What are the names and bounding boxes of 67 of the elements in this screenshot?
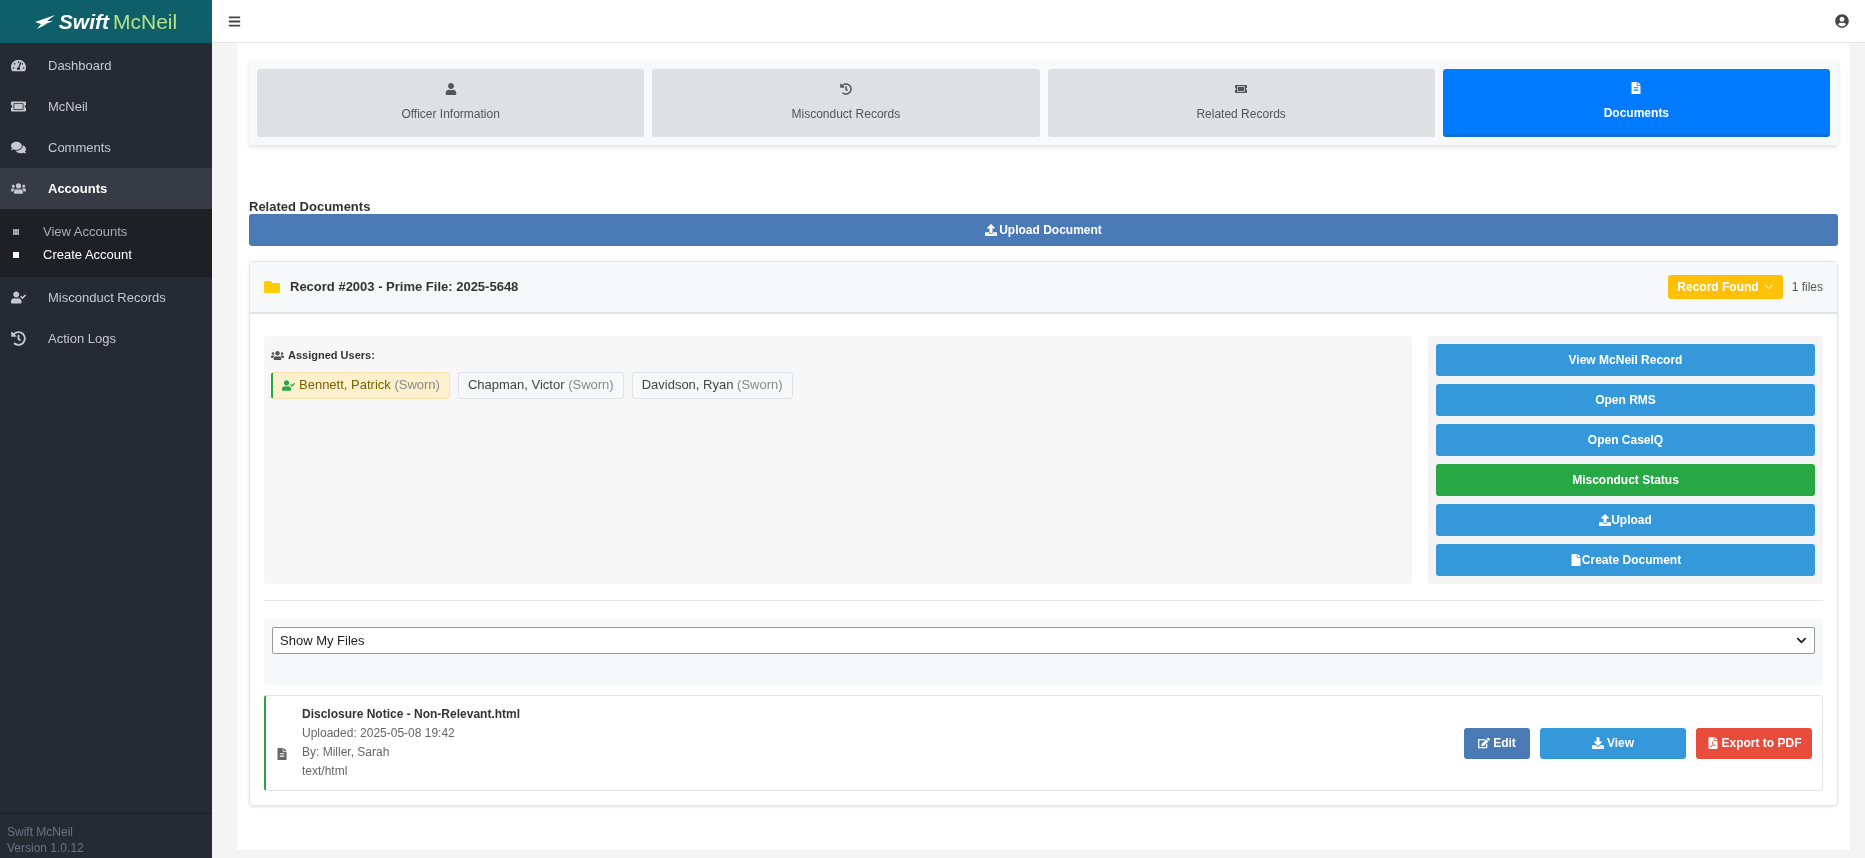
tab[interactable]: Officer Information [257, 69, 645, 137]
user-chip[interactable]: Chapman, Victor (Sworn) [457, 371, 624, 399]
version-text: Version 1.0.12 [7, 840, 85, 856]
assigned-users-label: Assigned Users: [288, 348, 375, 363]
users-icon [11, 181, 26, 196]
action-button[interactable]: Create Document [1436, 544, 1815, 576]
user-check-icon [11, 290, 26, 305]
ticket-icon [1235, 83, 1248, 95]
uploader: By: Miller, Sarah [302, 744, 391, 761]
upload-date: Uploaded: 2025-05-08 19:42 [302, 725, 456, 742]
tab[interactable]: Related Records [1047, 69, 1435, 137]
logo-text: Swift [58, 8, 109, 35]
sidebar-item[interactable]: Dashboard [0, 45, 212, 86]
file-count: 1 files [1791, 279, 1823, 296]
file-type: text/html [302, 763, 349, 780]
logo-text: McNeil [113, 8, 178, 35]
action-button[interactable]: View McNeil Record [1436, 344, 1815, 376]
sidebar-item[interactable]: Comments [0, 127, 212, 168]
users-icon [271, 348, 284, 362]
chevron-down-icon [1763, 282, 1774, 292]
edit-button[interactable]: Edit [1464, 727, 1530, 759]
file-icon [276, 748, 288, 760]
square-bullet-icon [13, 251, 19, 258]
download-icon [1591, 737, 1604, 749]
upload-icon [985, 224, 998, 236]
sidebar-item[interactable]: Action Logs [0, 318, 212, 359]
upload-document-button[interactable]: Upload Document [249, 214, 1838, 246]
section-title: Related Documents [249, 199, 372, 214]
chevron-down-icon [1796, 635, 1807, 646]
chat-bubbles-icon [11, 140, 26, 155]
ticket-icon [11, 99, 26, 114]
gauge-icon [11, 58, 26, 73]
user-name: Davidson, Ryan (Sworn) [641, 376, 783, 395]
app-name: Swift McNeil [7, 824, 74, 840]
action-button[interactable]: Open RMS [1436, 384, 1815, 416]
history-icon [839, 83, 852, 95]
pdf-file-icon [1706, 737, 1719, 749]
user-name: Chapman, Victor (Sworn) [467, 376, 614, 395]
sidebar-item[interactable]: Misconduct Records [0, 277, 212, 318]
square-bullet-icon [13, 228, 19, 235]
document-icon [1569, 554, 1582, 566]
action-button[interactable]: Upload [1436, 504, 1815, 536]
history-icon [11, 331, 26, 346]
submenu-item[interactable]: Create Account [0, 245, 212, 264]
user-name: Bennett, Patrick (Sworn) [299, 376, 440, 395]
user-chip[interactable]: Bennett, Patrick (Sworn) [271, 371, 450, 399]
sidebar-item[interactable]: McNeil [0, 86, 212, 127]
file-name: Disclosure Notice - Non-Relevant.html [302, 706, 521, 723]
user-avatar-icon[interactable] [1835, 14, 1849, 28]
menu-icon[interactable] [228, 14, 241, 28]
record-title: Record #2003 - Prime File: 2025-5648 [290, 278, 519, 297]
tab[interactable]: Documents [1442, 69, 1830, 137]
view-button[interactable]: View [1540, 727, 1686, 759]
upload-icon [1599, 514, 1612, 526]
user-chip[interactable]: Davidson, Ryan (Sworn) [631, 371, 793, 399]
pdf-button[interactable]: Export to PDF [1696, 727, 1812, 759]
file-filter-select[interactable]: Show My Files [272, 627, 1815, 654]
edit-icon [1478, 737, 1491, 749]
folder-icon [264, 279, 280, 295]
tab[interactable]: Misconduct Records [652, 69, 1040, 137]
action-button[interactable]: Misconduct Status [1436, 464, 1815, 496]
sidebar-item[interactable]: Accounts [0, 168, 212, 209]
submenu-item[interactable]: View Accounts [0, 222, 212, 241]
user-check-icon [282, 378, 295, 392]
action-button[interactable]: Open CaseIQ [1436, 424, 1815, 456]
document-icon [1630, 81, 1643, 94]
user-icon [444, 83, 457, 95]
